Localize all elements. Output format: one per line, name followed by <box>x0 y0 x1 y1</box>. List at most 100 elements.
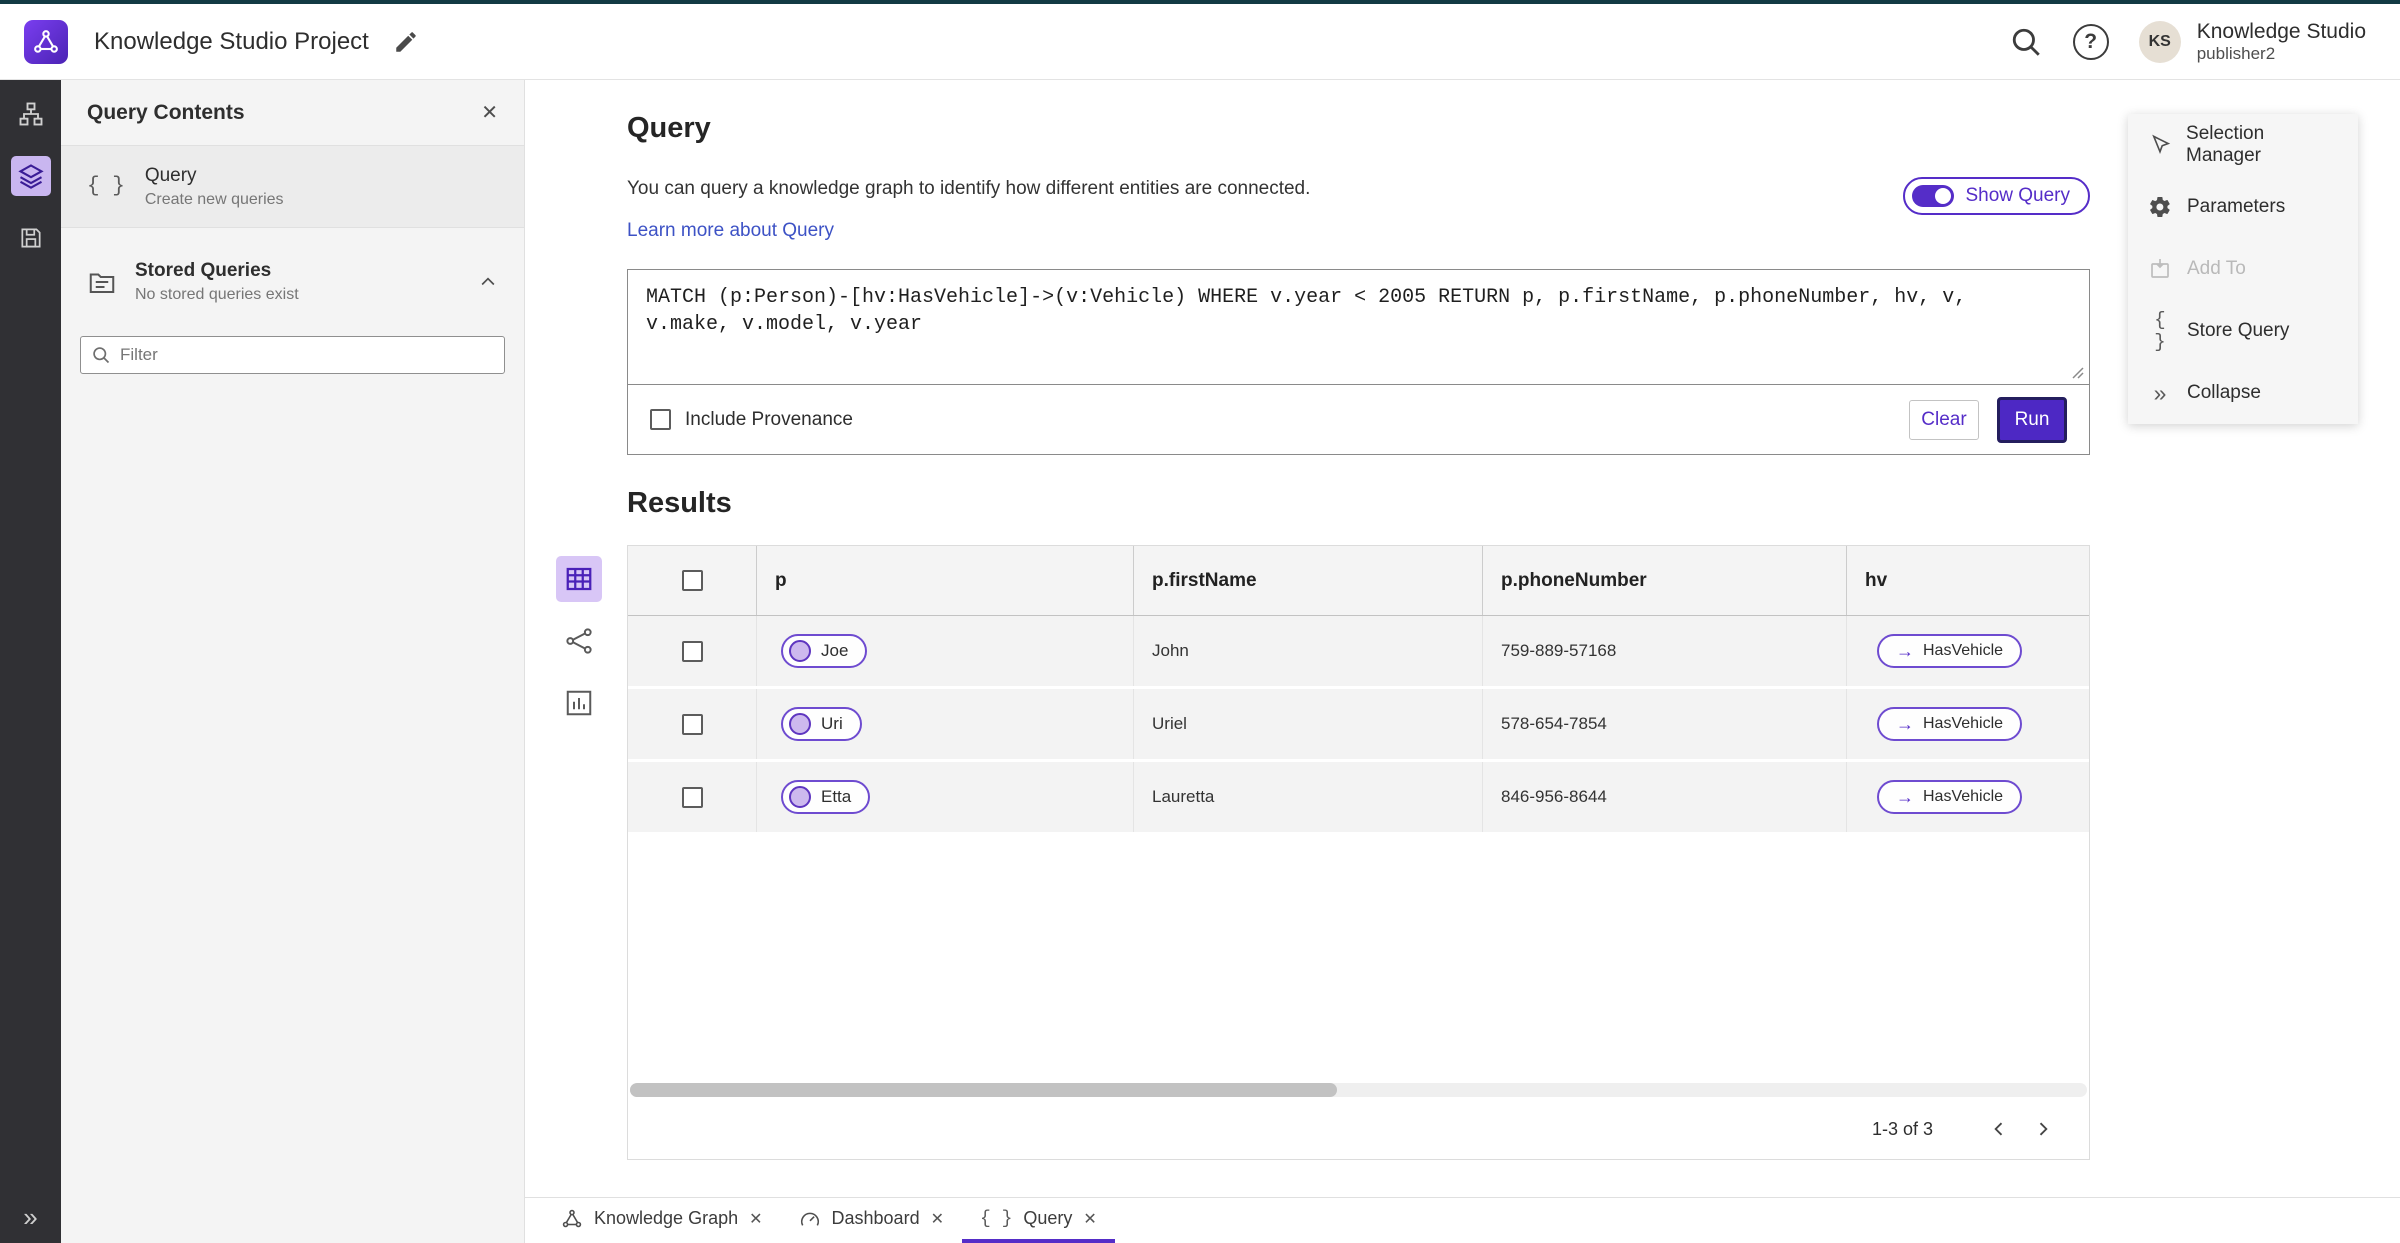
cell-phonenumber: 846-956-8644 <box>1483 762 1847 832</box>
arrow-right-icon: → <box>1896 714 1914 734</box>
next-page-button[interactable] <box>2021 1107 2065 1151</box>
search-icon <box>93 347 110 364</box>
scrollbar-thumb[interactable] <box>630 1083 1337 1097</box>
chart-view-button[interactable] <box>556 680 602 726</box>
results-title: Results <box>627 487 732 519</box>
knowledge-graph-icon <box>562 1209 582 1227</box>
pencil-icon <box>396 31 416 52</box>
close-tab-icon[interactable]: ✕ <box>749 1209 762 1229</box>
edge-label: HasVehicle <box>1923 788 2004 805</box>
query-contents-panel: Query Contents ✕ { } Query Create new qu… <box>61 80 525 1243</box>
include-provenance-label: Include Provenance <box>685 408 853 430</box>
tab-label: Query <box>1023 1208 1073 1228</box>
chart-icon <box>566 690 592 716</box>
sidebar-title: Query Contents <box>87 100 245 124</box>
sidebar-item-query[interactable]: { } Query Create new queries <box>61 146 524 228</box>
page-description: You can query a knowledge graph to ident… <box>627 178 1311 199</box>
menu-item-label: Parameters <box>2187 196 2286 217</box>
horizontal-scrollbar[interactable] <box>630 1083 2087 1097</box>
close-panel-button[interactable]: ✕ <box>481 100 498 125</box>
query-item-label: Query <box>144 164 197 186</box>
table-view-button[interactable] <box>556 556 602 602</box>
edit-title-button[interactable] <box>393 29 419 55</box>
close-tab-icon[interactable]: ✕ <box>1083 1209 1096 1229</box>
avatar[interactable]: KS <box>2138 20 2181 63</box>
cell-firstname: Uriel <box>1134 689 1483 759</box>
chevron-left-icon <box>1994 1122 2003 1136</box>
row-checkbox[interactable] <box>681 640 703 662</box>
edge-pill[interactable]: → HasVehicle <box>1877 780 2023 814</box>
query-item-text: Query Create new queries <box>145 165 284 209</box>
column-header-hv[interactable]: hv <box>1847 546 2089 615</box>
graph-logo-icon <box>34 29 58 53</box>
include-provenance-checkbox[interactable] <box>650 409 671 430</box>
stored-queries-sublabel: No stored queries exist <box>135 286 299 303</box>
network-icon <box>566 628 592 654</box>
dashboard-icon <box>800 1212 819 1226</box>
clear-button[interactable]: Clear <box>1909 399 1979 440</box>
query-input[interactable]: MATCH (p:Person)-[hv:HasVehicle]->(v:Veh… <box>628 270 2089 384</box>
row-checkbox[interactable] <box>681 713 703 735</box>
filter-input[interactable] <box>120 345 494 365</box>
graph-view-button[interactable] <box>556 618 602 664</box>
query-editor-panel: MATCH (p:Person)-[hv:HasVehicle]->(v:Veh… <box>627 269 2090 455</box>
gear-icon <box>2150 196 2170 218</box>
column-header-phonenumber[interactable]: p.phoneNumber <box>1483 546 1847 615</box>
save-button[interactable] <box>11 218 51 258</box>
column-header-firstname[interactable]: p.firstName <box>1134 546 1483 615</box>
cell-phonenumber: 578-654-7854 <box>1483 689 1847 759</box>
collapse-section-button[interactable] <box>478 272 498 292</box>
row-checkbox[interactable] <box>681 786 703 808</box>
menu-item-selection-manager[interactable]: Selection Manager <box>2128 114 2358 176</box>
table-icon <box>566 567 592 591</box>
chevron-up-icon <box>481 277 495 286</box>
table-row: Joe John 759-889-57168 → HasVehicle <box>628 616 2089 689</box>
search-button[interactable] <box>2009 25 2043 59</box>
select-all-checkbox[interactable] <box>681 570 703 591</box>
menu-item-store-query[interactable]: { } Store Query <box>2128 300 2358 362</box>
table-row: Uri Uriel 578-654-7854 → HasVehicle <box>628 689 2089 762</box>
node-pill[interactable]: Etta <box>781 780 871 814</box>
stored-queries-label: Stored Queries <box>135 260 272 281</box>
menu-item-label: Add To <box>2187 258 2246 279</box>
node-label: Uri <box>821 714 843 733</box>
search-icon <box>2012 28 2040 56</box>
learn-more-link[interactable]: Learn more about Query <box>627 220 834 242</box>
pagination-label: 1-3 of 3 <box>1871 1118 1933 1139</box>
braces-icon: { } <box>87 175 125 198</box>
node-pill[interactable]: Uri <box>781 707 862 741</box>
stored-queries-section[interactable]: Stored Queries No stored queries exist <box>61 244 524 320</box>
column-header-p[interactable]: p <box>757 546 1134 615</box>
sidebar-header: Query Contents ✕ <box>61 80 524 146</box>
toggle-switch-on <box>1912 185 1955 207</box>
username: publisher2 <box>2196 43 2276 63</box>
edge-pill[interactable]: → HasVehicle <box>1877 634 2023 668</box>
cell-firstname: John <box>1134 616 1483 686</box>
prev-page-button[interactable] <box>1977 1107 2021 1151</box>
run-button[interactable]: Run <box>1997 396 2067 443</box>
layers-button[interactable] <box>10 156 51 196</box>
filter-field <box>80 336 505 374</box>
node-pill[interactable]: Joe <box>781 634 868 668</box>
selection-cursor-icon <box>2152 134 2171 154</box>
tab-knowledge-graph[interactable]: Knowledge Graph ✕ <box>543 1198 781 1243</box>
app-header: Knowledge Studio Project ? KS Knowledge … <box>0 4 2400 80</box>
expand-rail-button[interactable]: » <box>0 1202 61 1233</box>
model-hierarchy-button[interactable] <box>11 94 51 134</box>
show-query-toggle[interactable]: Show Query <box>1903 177 2090 215</box>
edge-pill[interactable]: → HasVehicle <box>1877 707 2023 741</box>
help-button[interactable]: ? <box>2072 23 2109 60</box>
edge-label: HasVehicle <box>1923 642 2004 659</box>
close-tab-icon[interactable]: ✕ <box>931 1209 944 1229</box>
tab-dashboard[interactable]: Dashboard ✕ <box>781 1198 962 1243</box>
table-header-row: p p.firstName p.phoneNumber hv <box>628 546 2089 616</box>
menu-item-collapse[interactable]: » Collapse <box>2128 362 2358 424</box>
chevron-right-icon <box>2039 1122 2048 1136</box>
pagination: 1-3 of 3 <box>628 1099 2089 1159</box>
resize-handle-icon[interactable] <box>2069 364 2085 385</box>
add-to-icon <box>2151 259 2169 278</box>
tab-query[interactable]: { } Query ✕ <box>961 1198 1115 1243</box>
menu-item-parameters[interactable]: Parameters <box>2128 176 2358 238</box>
query-actions-menu: Selection Manager Parameters Add To { } … <box>2128 114 2358 424</box>
menu-item-label: Collapse <box>2187 382 2261 403</box>
